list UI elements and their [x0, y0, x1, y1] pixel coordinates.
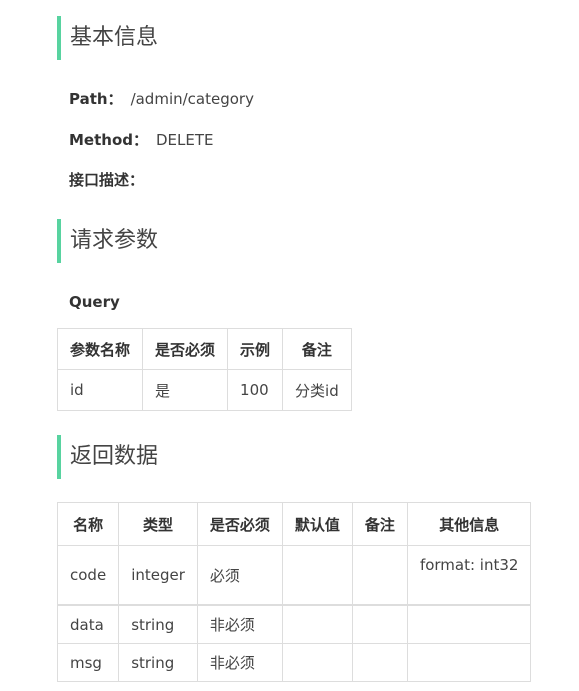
table-header-cell: 名称 [56, 502, 120, 546]
table-row: data string 非必须 [56, 604, 532, 644]
table-cell: string [118, 604, 198, 644]
table-cell: integer [118, 545, 198, 606]
table-cell: data [56, 604, 120, 644]
section-title-request: 请求参数 [57, 219, 158, 263]
table-header-cell: 示例 [227, 328, 284, 370]
table-header-cell: 默认值 [281, 502, 353, 546]
table-header-cell: 是否必须 [142, 328, 229, 370]
path-field: Path： /admin/category [69, 89, 254, 109]
description-field: 接口描述： [69, 170, 144, 190]
table-header-cell: 参数名称 [56, 328, 144, 370]
query-params-table: 参数名称 是否必须 示例 备注 id 是 100 分类id [56, 328, 352, 411]
api-doc-page: 基本信息 Path：/admin/category Method： DELETE … [0, 0, 579, 691]
query-label: Query [69, 293, 120, 311]
table-cell: 非必须 [196, 643, 283, 682]
table-cell [406, 643, 532, 682]
path-label: Path： [69, 90, 123, 108]
table-cell [351, 643, 408, 682]
table-cell [406, 604, 532, 644]
section-title-basic: 基本信息 [57, 16, 158, 60]
table-cell: 必须 [196, 545, 283, 606]
table-cell: msg [56, 643, 120, 682]
table-cell: code [56, 545, 120, 606]
table-header-cell: 类型 [118, 502, 198, 546]
table-header-cell: 其他信息 [406, 502, 532, 546]
response-data-table: 名称 类型 是否必须 默认值 备注 其他信息 code integer 必须 f… [56, 502, 532, 682]
table-header-cell: 备注 [282, 328, 352, 370]
table-cell [281, 604, 353, 644]
table-row: msg string 非必须 [56, 643, 532, 682]
method-label: Method： [69, 131, 148, 149]
table-header-row: 参数名称 是否必须 示例 备注 [56, 328, 352, 370]
path-value: /admin/category [130, 90, 254, 108]
table-cell: 分类id [282, 369, 352, 411]
table-cell: 100 [227, 369, 284, 411]
table-cell: 是 [142, 369, 229, 411]
table-cell: string [118, 643, 198, 682]
table-cell [351, 545, 408, 606]
table-row: code integer 必须 format: int32 [56, 545, 532, 606]
table-cell: format: int32 [406, 545, 532, 606]
table-cell [281, 545, 353, 606]
description-label: 接口描述： [69, 171, 145, 189]
table-header-cell: 备注 [351, 502, 408, 546]
table-cell [281, 643, 353, 682]
method-value: DELETE [156, 131, 214, 149]
section-title-response: 返回数据 [57, 435, 158, 479]
table-cell: id [56, 369, 144, 411]
method-field: Method： DELETE [69, 130, 214, 150]
table-row: id 是 100 分类id [56, 369, 352, 411]
table-cell: 非必须 [196, 604, 283, 644]
table-header-row: 名称 类型 是否必须 默认值 备注 其他信息 [56, 502, 532, 546]
table-header-cell: 是否必须 [196, 502, 283, 546]
table-cell [351, 604, 408, 644]
